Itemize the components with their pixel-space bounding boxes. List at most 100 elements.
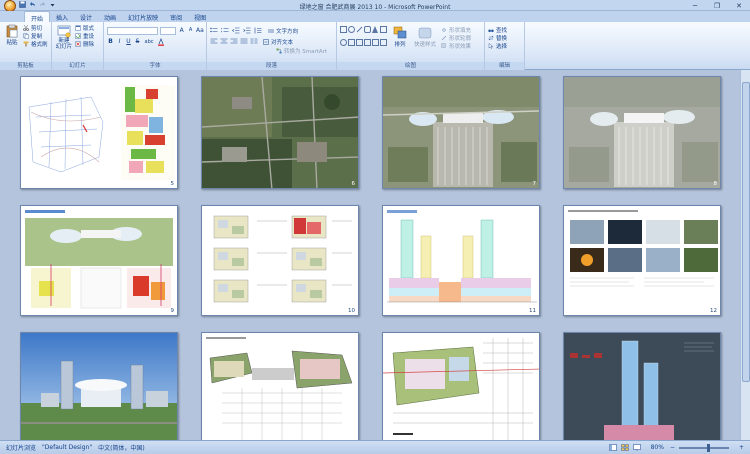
reset-button[interactable]: 重设 [75, 32, 94, 40]
shapes-gallery[interactable] [340, 26, 387, 50]
delete-label: 删除 [83, 42, 95, 48]
replace-button[interactable]: 替换 [488, 34, 521, 42]
bullets-icon[interactable] [210, 27, 218, 34]
layout-button[interactable]: 版式 [75, 24, 94, 32]
strikethrough-button[interactable]: S [134, 38, 141, 45]
shape-fill-button[interactable]: 形状填充 [441, 26, 471, 34]
vertical-scrollbar[interactable] [740, 70, 750, 440]
zoom-slider[interactable] [678, 443, 729, 452]
shape-oval[interactable] [348, 26, 355, 33]
align-right-icon[interactable] [230, 38, 238, 45]
slide-thumbnail[interactable]: 9 [20, 205, 178, 316]
columns-icon[interactable] [250, 38, 258, 45]
shape-fill-label: 形状填充 [449, 28, 472, 34]
shape-outline-button[interactable]: 形状轮廓 [441, 34, 471, 42]
group-label-drawing: 绘图 [337, 62, 484, 70]
slide-thumbnail[interactable]: 10 [201, 205, 359, 316]
status-view: 幻灯片浏览 [6, 445, 37, 452]
font-name-combo[interactable] [107, 27, 159, 35]
smartart-button[interactable]: 转换为 SmartArt [276, 47, 333, 55]
delete-slide-button[interactable]: 删除 [75, 40, 94, 48]
slide-sorter-icon[interactable] [620, 444, 629, 451]
arrange-button[interactable]: 排列 [391, 26, 409, 50]
slide-thumbnail[interactable]: 6 [201, 76, 359, 189]
shape-cube[interactable] [380, 38, 387, 46]
shadow-button[interactable]: abc [143, 39, 155, 45]
quick-styles-label: 快速样式 [413, 42, 436, 48]
bold-button[interactable]: B [107, 38, 114, 45]
slide-thumbnail[interactable] [563, 332, 721, 440]
select-button[interactable]: 选择 [488, 42, 521, 50]
tab-insert[interactable]: 插入 [50, 11, 74, 22]
shape-circle[interactable] [340, 38, 347, 46]
scrollbar-thumb[interactable] [742, 82, 750, 382]
format-painter-button[interactable]: 格式刷 [23, 40, 48, 48]
zoom-out-icon[interactable]: − [670, 444, 675, 451]
slide-thumbnail[interactable]: 12 [563, 205, 721, 316]
cursor-icon [488, 43, 494, 49]
font-color-icon[interactable] [157, 37, 165, 46]
justify-icon[interactable] [240, 38, 248, 45]
slide-thumbnail[interactable] [20, 332, 178, 440]
zoom-level[interactable]: 80% [651, 444, 664, 451]
slide-thumbnail[interactable]: 7 [382, 76, 540, 189]
slide-thumbnail[interactable] [382, 332, 540, 440]
ribbon-tabs: 开始 插入 设计 动画 幻灯片放映 审阅 视图 [0, 11, 750, 23]
new-slide-button[interactable]: 新建 幻灯片 [55, 24, 73, 50]
tab-view[interactable]: 视图 [188, 11, 212, 22]
pen-icon [441, 35, 447, 41]
slide-thumbnail[interactable] [201, 332, 359, 440]
tab-home[interactable]: 开始 [24, 11, 51, 23]
underline-button[interactable]: U [125, 38, 132, 45]
tab-animations[interactable]: 动画 [98, 11, 122, 22]
paste-button[interactable]: 粘贴 [3, 24, 21, 48]
close-button[interactable]: ✕ [728, 0, 750, 11]
copy-button[interactable]: 复制 [23, 32, 48, 40]
zoom-slider-knob[interactable] [706, 443, 710, 452]
increase-indent-icon[interactable] [243, 27, 251, 34]
normal-view-icon[interactable] [608, 444, 617, 451]
slide-number: 7 [532, 181, 537, 187]
quick-styles-button[interactable]: 快速样式 [413, 26, 437, 50]
clear-format-button[interactable]: Aa [196, 27, 204, 35]
slide-number: 5 [170, 181, 175, 187]
shape-triangle[interactable] [372, 26, 378, 33]
zoom-in-icon[interactable]: + [739, 444, 744, 451]
line-spacing-icon[interactable] [254, 27, 262, 34]
shape-brace[interactable] [348, 38, 355, 46]
shape-hex[interactable] [372, 38, 379, 46]
slideshow-icon[interactable] [632, 444, 641, 451]
slide-sorter-view[interactable]: 5 6 7 8 9 10 11 12 [0, 70, 750, 440]
minimize-button[interactable]: ─ [684, 0, 706, 11]
text-direction-label: 文字方向 [276, 29, 299, 35]
align-left-icon[interactable] [210, 38, 218, 45]
numbering-icon[interactable] [221, 27, 229, 34]
shape-effects-button[interactable]: 形状效果 [441, 42, 471, 50]
group-label-slides: 幻灯片 [52, 62, 103, 70]
grow-font-button[interactable]: A [178, 27, 185, 35]
slide-thumbnail[interactable]: 5 [20, 76, 178, 189]
tab-design[interactable]: 设计 [74, 11, 98, 22]
text-direction-button[interactable]: 文字方向 [268, 27, 298, 35]
shape-rect[interactable] [340, 26, 347, 33]
replace-label: 替换 [496, 36, 508, 42]
shape-callout[interactable] [356, 38, 363, 46]
shape-star[interactable] [364, 38, 371, 46]
align-text-button[interactable]: 对齐文本 [263, 38, 293, 46]
decrease-indent-icon[interactable] [232, 27, 240, 34]
shape-arrow[interactable] [380, 26, 387, 33]
arrange-label: 排列 [394, 42, 406, 48]
slide-number: 8 [713, 181, 718, 187]
slide-thumbnail[interactable]: 8 [563, 76, 721, 189]
slide-thumbnail[interactable]: 11 [382, 205, 540, 316]
cut-button[interactable]: 剪切 [23, 24, 48, 32]
maximize-button[interactable]: ❐ [706, 0, 728, 11]
find-button[interactable]: 查找 [488, 26, 521, 34]
align-center-icon[interactable] [220, 38, 228, 45]
shrink-font-button[interactable]: A [187, 27, 194, 35]
tab-slideshow[interactable]: 幻灯片放映 [122, 11, 164, 22]
italic-button[interactable]: I [116, 38, 123, 45]
status-bar: 幻灯片浏览 "Default Design" 中文(简体，中国) 80% − + [0, 440, 750, 454]
tab-review[interactable]: 审阅 [164, 11, 188, 22]
font-size-combo[interactable] [160, 27, 177, 35]
